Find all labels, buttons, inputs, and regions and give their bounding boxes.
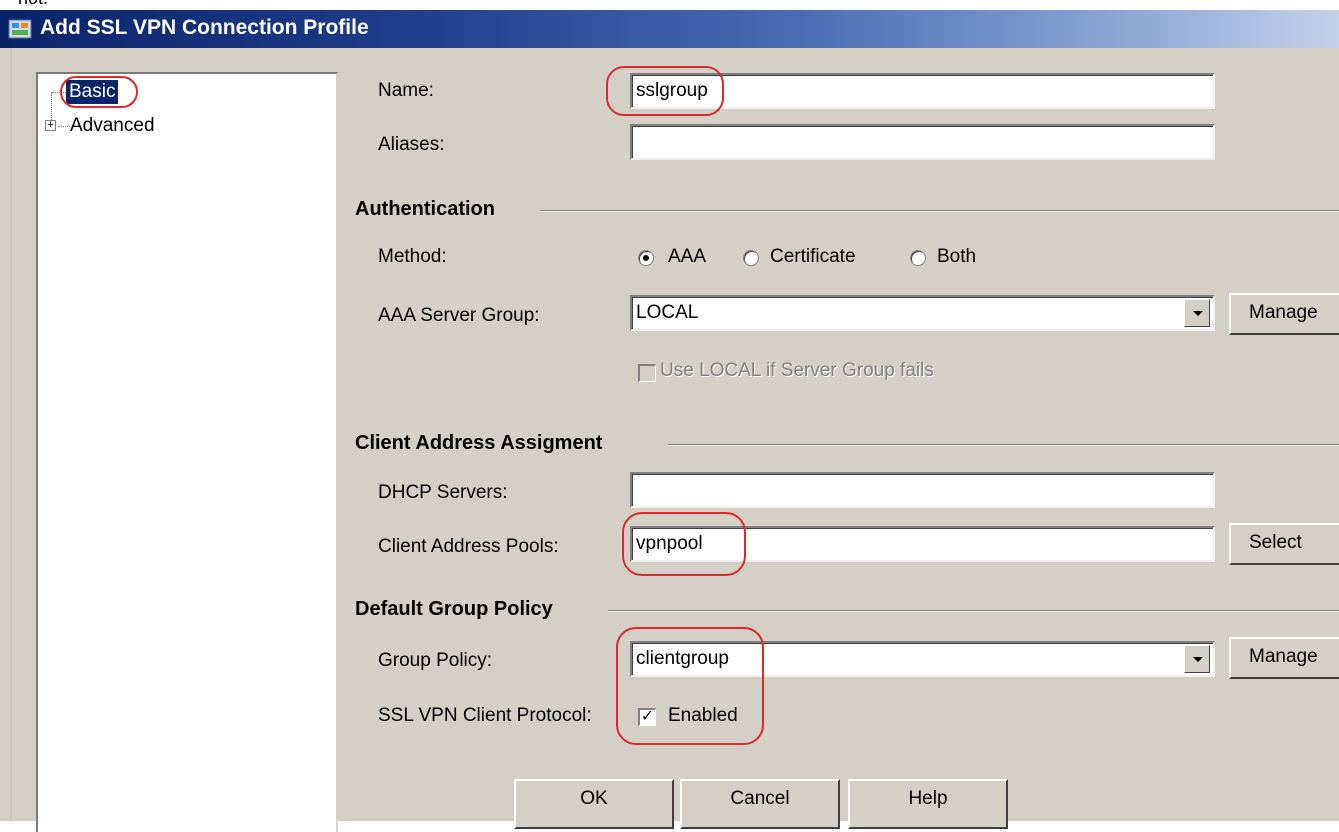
manage-server-group-button[interactable]: Manage <box>1229 293 1339 335</box>
name-label: Name: <box>378 80 434 101</box>
red-annotation-oval <box>616 627 764 745</box>
ok-button[interactable]: OK <box>514 779 674 829</box>
radio-certificate[interactable] <box>743 250 759 266</box>
client-address-pools-label: Client Address Pools: <box>378 536 559 557</box>
ssl-vpn-client-protocol-label: SSL VPN Client Protocol: <box>378 705 592 726</box>
section-divider <box>668 444 1339 446</box>
section-divider <box>540 210 1339 212</box>
tree-item-advanced[interactable]: Advanced <box>70 114 155 138</box>
radio-aaa-label: AAA <box>668 246 707 267</box>
aliases-label: Aliases: <box>378 134 445 155</box>
chevron-down-icon[interactable] <box>1184 645 1210 673</box>
radio-both-label: Both <box>937 246 977 267</box>
help-button[interactable]: Help <box>848 779 1008 829</box>
radio-both[interactable] <box>910 250 926 266</box>
red-annotation-oval <box>606 66 724 116</box>
group-policy-label: Group Policy: <box>378 650 493 671</box>
chevron-down-icon[interactable] <box>1184 299 1210 327</box>
title-bar: Add SSL VPN Connection Profile <box>0 10 1339 48</box>
dialog-frame-edge <box>10 48 12 821</box>
radio-certificate-label: Certificate <box>770 246 856 267</box>
use-local-fallback-checkbox <box>638 364 656 382</box>
asdm-app-icon <box>8 19 32 39</box>
manage-group-policy-button[interactable]: Manage <box>1229 637 1339 679</box>
select-pools-button[interactable]: Select <box>1229 523 1339 565</box>
navigation-tree[interactable] <box>36 72 338 832</box>
window-title: Add SSL VPN Connection Profile <box>40 16 369 39</box>
aliases-input[interactable] <box>630 124 1215 160</box>
cropped-caption-text: not. <box>18 0 48 9</box>
tree-expand-plus-icon[interactable]: + <box>45 120 56 131</box>
group-policy-section-title: Default Group Policy <box>355 598 561 621</box>
method-label: Method: <box>378 246 447 267</box>
red-annotation-oval <box>622 512 746 576</box>
dhcp-servers-input[interactable] <box>630 472 1215 508</box>
section-divider <box>608 610 1339 612</box>
authentication-section-title: Authentication <box>355 198 503 221</box>
client-address-section-title: Client Address Assigment <box>355 432 611 455</box>
tree-connector-line <box>58 126 70 127</box>
cancel-button[interactable]: Cancel <box>680 779 840 829</box>
aaa-server-group-select[interactable]: LOCAL <box>630 295 1215 331</box>
red-annotation-oval <box>60 76 138 108</box>
use-local-fallback-label: Use LOCAL if Server Group fails <box>660 360 934 381</box>
dhcp-servers-label: DHCP Servers: <box>378 482 508 503</box>
radio-aaa[interactable] <box>638 250 654 266</box>
aaa-server-group-label: AAA Server Group: <box>378 305 540 326</box>
